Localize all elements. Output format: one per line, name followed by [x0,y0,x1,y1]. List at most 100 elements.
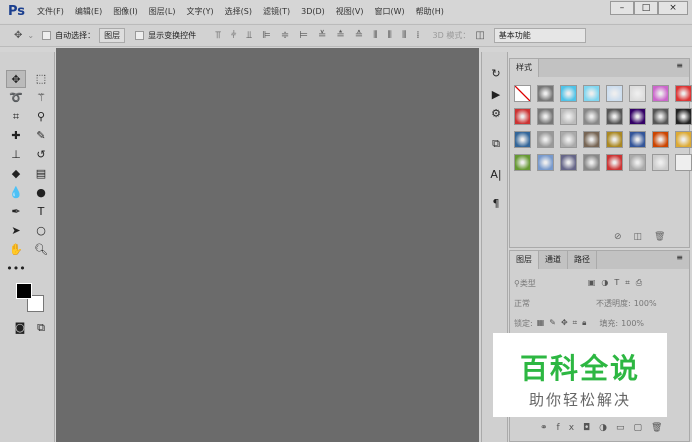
distribute-vcenter-icon[interactable]: ≛ [336,30,344,41]
gradient-tool-icon[interactable]: ▤ [31,165,51,183]
style-swatch[interactable] [652,108,669,125]
style-swatch[interactable] [606,108,623,125]
fill-input[interactable]: 100% [621,319,644,328]
close-button[interactable]: × [658,1,688,15]
style-swatch[interactable] [675,108,692,125]
distribute-bottom-icon[interactable]: ≙ [355,30,363,41]
crop-tool-icon[interactable]: ⌗ [6,108,26,126]
type-tool-icon[interactable]: T [31,203,51,221]
magic-wand-icon[interactable]: ⚚ [31,89,51,107]
menu-type[interactable]: 文字(Y) [187,6,214,17]
clone-source-icon[interactable]: ⧉ [488,137,504,151]
path-select-icon[interactable]: ➤ [6,222,26,240]
move-tool-icon[interactable]: ✥ [14,30,22,41]
panel-menu-icon[interactable]: ≡ [670,251,689,269]
panel-menu-icon[interactable]: ≡ [670,59,689,77]
style-swatch[interactable] [629,154,646,171]
style-swatch[interactable] [583,154,600,171]
layer-select-dropdown[interactable]: 图层 [99,28,126,43]
screen-mode-icon[interactable]: ⧉ [31,319,51,337]
style-swatch[interactable] [537,131,554,148]
align-vcenter-icon[interactable]: ⫩ [231,30,237,41]
filter-type-icons[interactable]: ▣◑T⌗⎙ [588,278,648,288]
brush-tool-icon[interactable]: ✎ [31,127,51,145]
style-swatch[interactable] [537,85,554,102]
style-swatch[interactable] [675,131,692,148]
align-hcenter-icon[interactable]: ≑ [281,30,289,41]
menu-edit[interactable]: 编辑(E) [75,6,102,17]
style-swatch[interactable] [560,85,577,102]
style-swatch[interactable] [675,85,692,102]
style-swatch[interactable] [583,131,600,148]
more-tools-icon[interactable]: ••• [6,260,26,278]
style-swatch[interactable] [514,108,531,125]
style-swatch[interactable] [629,85,646,102]
style-swatch[interactable] [560,131,577,148]
actions-play-icon[interactable]: ▶ [488,88,504,101]
align-right-icon[interactable]: ⊨ [299,30,308,41]
pen-tool-icon[interactable]: ✒ [6,203,26,221]
eraser-tool-icon[interactable]: ◆ [6,165,26,183]
menu-layer[interactable]: 图层(L) [149,6,176,17]
maximize-button[interactable]: □ [634,1,658,15]
style-swatch[interactable] [606,154,623,171]
minimize-button[interactable]: – [610,1,634,15]
marquee-tool-icon[interactable]: ⬚ [31,70,51,88]
style-swatch[interactable] [652,85,669,102]
clone-stamp-icon[interactable]: ⊥ [6,146,26,164]
properties-icon[interactable]: ⚙ [488,107,504,120]
blur-tool-icon[interactable]: 💧 [6,184,26,202]
style-swatch[interactable] [606,131,623,148]
style-swatch[interactable] [514,154,531,171]
distribute-top-icon[interactable]: ≚ [318,30,326,41]
tab-paths[interactable]: 路径 [568,251,597,269]
auto-align-icon[interactable]: ⁞ [416,30,419,41]
menu-file[interactable]: 文件(F) [37,6,64,17]
align-bottom-icon[interactable]: ⫫ [247,30,253,41]
style-swatch[interactable] [560,108,577,125]
align-top-icon[interactable]: ⫪ [215,30,221,41]
zoom-tool-icon[interactable]: 🔍︎ [31,241,51,259]
history-brush-icon[interactable]: ↺ [31,146,51,164]
style-swatch[interactable] [629,131,646,148]
character-icon[interactable]: A| [488,168,504,181]
tab-channels[interactable]: 通道 [539,251,568,269]
menu-view[interactable]: 视图(V) [336,6,364,17]
menu-select[interactable]: 选择(S) [225,6,252,17]
blend-mode-dropdown[interactable]: 正常 [514,298,596,309]
style-swatch[interactable] [537,108,554,125]
auto-select-checkbox[interactable] [42,31,52,40]
style-swatch[interactable] [537,154,554,171]
lasso-tool-icon[interactable]: ➰ [6,89,26,107]
menu-filter[interactable]: 滤镜(T) [263,6,290,17]
tab-styles[interactable]: 样式 [510,59,539,77]
quick-mask-icon[interactable]: ◙ [10,319,30,337]
canvas-area[interactable] [56,48,479,442]
show-transform-checkbox[interactable] [135,31,145,40]
chevron-down-icon[interactable]: ⌄ [27,31,34,40]
style-swatch[interactable] [652,131,669,148]
distribute-left-icon[interactable]: ⦀ [373,30,377,41]
style-swatch[interactable] [629,108,646,125]
opacity-input[interactable]: 100% [634,299,657,308]
style-swatch[interactable] [675,154,692,171]
3d-camera-icon[interactable]: ◫ [475,30,484,41]
style-swatch[interactable] [514,85,531,102]
ellipse-tool-icon[interactable]: ○ [31,222,51,240]
styles-footer-icons[interactable]: ⊘◫🗑︎ [614,232,677,242]
healing-brush-icon[interactable]: ✚ [6,127,26,145]
distribute-right-icon[interactable]: ⦀ [402,30,406,41]
lock-icons[interactable]: ▦✎✥⌗🔒︎ [537,318,592,328]
hand-tool-icon[interactable]: ✋ [6,241,26,259]
tab-layers[interactable]: 图层 [510,251,539,269]
eyedropper-icon[interactable]: ⚲ [31,108,51,126]
style-swatch[interactable] [560,154,577,171]
style-swatch[interactable] [583,108,600,125]
move-tool-icon[interactable]: ✥ [6,70,26,88]
layers-footer-icons[interactable]: ⚭fx◘◑▭▢🗑︎ [540,423,671,433]
style-swatch[interactable] [652,154,669,171]
menu-help[interactable]: 帮助(H) [416,6,444,17]
foreground-color-swatch[interactable] [16,283,32,299]
menu-image[interactable]: 图像(I) [113,6,138,17]
layer-filter-dropdown[interactable]: 类型 [520,278,576,289]
